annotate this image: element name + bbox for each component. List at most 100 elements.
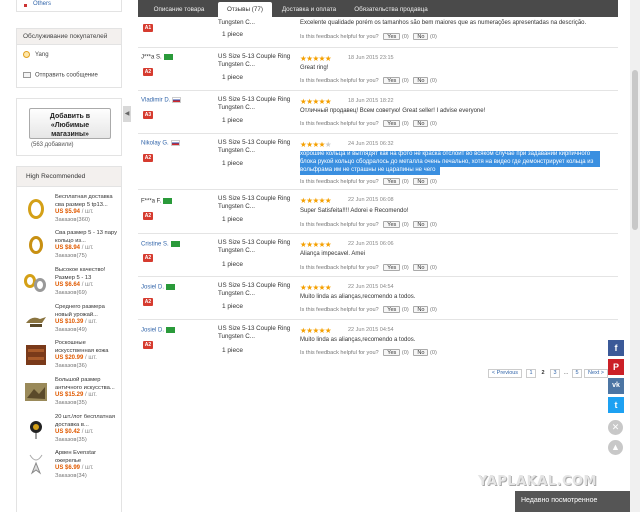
reviewer-name[interactable]: Josiel D. [141,327,176,334]
review-product[interactable]: US Size 5-13 Couple Ring Tungsten C... [218,325,298,341]
recommended-item[interactable]: Высокое качество! Размер 5 - 13 US $6.64… [21,267,121,301]
yes-button[interactable]: Yes [383,221,401,228]
no-button[interactable]: No [413,178,429,185]
recommended-item[interactable]: Большой размер античного искусства... US… [21,377,121,411]
yes-button[interactable]: Yes [383,77,401,84]
item-name: Сва размер 5 - 13 пару кольцо из... [55,230,117,244]
brazil-flag-icon [163,54,173,60]
yes-button[interactable]: Yes [383,306,401,313]
item-name: Среднего размера новый урожай... [55,304,105,318]
item-orders: Заказов(75) [55,253,87,259]
scrollbar-thumb[interactable] [632,70,638,230]
others-label: Others [33,1,52,7]
no-button[interactable]: No [413,264,429,271]
add-to-favorites-button[interactable]: Добавить в «Любимые магазины» [29,108,111,139]
pinterest-share-icon[interactable]: P [608,359,624,375]
twitter-share-icon[interactable]: t [608,397,624,413]
no-button[interactable]: No [413,221,429,228]
review-row: Vladimir D. A3 US Size 5-13 Couple Ring T… [138,91,618,134]
reviews-panel: Описание товара Отзывы (77) Доставка и о… [133,0,618,512]
review-product[interactable]: Tungsten C... [218,19,298,27]
review-date: 22 Jun 2015 06:08 [348,197,394,203]
review-product[interactable]: US Size 5-13 Couple Ring Tungsten C... [218,282,298,298]
helpful-row: Is this feedback helpful for you? Yes (0… [300,264,437,271]
item-orders: Заказов(69) [55,290,87,296]
reviewer-name[interactable]: Cristine S. [141,241,180,248]
review-product[interactable]: US Size 5-13 Couple Ring Tungsten C... [218,139,298,155]
review-row: Nikolay G. A2 US Size 5-13 Couple Ring Tu… [138,134,618,190]
send-message-link[interactable]: Отправить сообщение [23,72,98,79]
pagination-page[interactable]: 1 [526,369,536,378]
buyer-level-badge: A1 [143,24,153,32]
customer-service-title: Обслуживание покупателей [17,29,121,45]
item-name: Большой размер античного искусства... [55,377,115,391]
no-button[interactable]: No [413,349,429,356]
item-name: Арвен Evenstar ожерелье [55,450,97,464]
tab-seller-obligations[interactable]: Обязательства продавца [348,2,434,17]
yes-button[interactable]: Yes [383,349,401,356]
review-product[interactable]: US Size 5-13 Couple Ring Tungsten C... [218,96,298,112]
buyer-level-badge: A3 [143,111,153,119]
tab-description[interactable]: Описание товара [143,2,215,17]
no-button[interactable]: No [413,120,429,127]
review-qty: 1 piece [222,216,243,223]
recommended-item[interactable]: Среднего размера новый урожай... US $10.… [21,304,121,338]
review-product[interactable]: US Size 5-13 Couple Ring Tungsten C... [218,239,298,255]
tab-reviews[interactable]: Отзывы (77) [218,2,272,17]
brazil-flag-icon [170,241,180,247]
artwork-thumbnail [24,380,48,404]
fav-btn-line1: Добавить в [49,113,91,120]
tab-shipping[interactable]: Доставка и оплата [276,2,342,17]
brazil-flag-icon [166,284,176,290]
yes-button[interactable]: Yes [383,178,401,185]
review-product[interactable]: US Size 5-13 Couple Ring Tungsten C... [218,195,298,211]
pagination-page[interactable]: 3 [550,369,560,378]
no-button[interactable]: No [413,77,429,84]
recommended-item[interactable]: Роскошные искусственная кожа US $20.99 /… [21,340,121,374]
item-price: US $20.99 / шт. [55,355,97,361]
review-row: Cristine S. A2 US Size 5-13 Couple Ring T… [138,234,618,277]
product-tabs: Описание товара Отзывы (77) Доставка и о… [138,0,618,17]
review-product[interactable]: US Size 5-13 Couple Ring Tungsten C... [218,53,298,69]
close-icon[interactable]: ✕ [608,420,623,435]
reviewer-name[interactable]: J***a S. [141,54,173,61]
reviewer-name[interactable]: Vladimir D. [141,97,182,104]
helpful-row: Is this feedback helpful for you? Yes (0… [300,221,437,228]
facebook-share-icon[interactable]: f [608,340,624,356]
rating-stars: ★★★★★ [300,326,332,335]
review-text: Отличный продавец! Всем советую! Great s… [300,108,486,114]
no-button[interactable]: No [413,306,429,313]
item-price: US $5.94 / шт. [55,209,94,215]
brazil-flag-icon [163,198,173,204]
no-button[interactable]: No [413,33,429,40]
agent-row[interactable]: Yang [23,51,49,58]
others-link[interactable]: Others [16,0,122,12]
item-orders: Заказов(36) [55,363,87,369]
review-qty: 1 piece [222,347,243,354]
recommended-item[interactable]: Сва размер 5 - 13 пару кольцо из... US $… [21,230,121,264]
reviewer-name[interactable]: F***a F. [141,198,173,205]
recommended-item[interactable]: Арвен Evenstar ожерелье US $6.99 / шт. З… [21,450,121,484]
item-price: US $10.39 / шт. [55,319,97,325]
collapse-sidebar-arrow-icon[interactable]: ◀ [123,106,131,122]
yes-button[interactable]: Yes [383,264,401,271]
pagination-next[interactable]: Next > [584,369,608,378]
pagination-page[interactable]: 5 [572,369,582,378]
recommended-item[interactable]: 20 шт./лот бесплатная доставка в... US $… [21,414,121,448]
yes-button[interactable]: Yes [383,33,401,40]
pagination-prev[interactable]: < Previous [488,369,522,378]
review-text-line: хорошие кольца и выглядят как на фото не… [300,151,600,159]
buyer-level-badge: A2 [143,341,153,349]
rating-stars: ★★★★★ [300,140,332,149]
bullet-icon [24,4,27,7]
reviewer-name[interactable]: Josiel D. [141,284,176,291]
scroll-up-icon[interactable]: ▲ [608,440,623,455]
reviewer-name[interactable]: Nikolay G. [141,140,180,147]
yes-button[interactable]: Yes [383,120,401,127]
helpful-row: Is this feedback helpful for you? Yes (0… [300,77,437,84]
item-orders: Заказов(34) [55,473,87,479]
recommended-item[interactable]: Бесплатная доставка сва размер 5 tp13...… [21,194,121,228]
buyer-level-badge: A2 [143,154,153,162]
recently-viewed-bar[interactable]: Недавно посмотренное [515,491,630,512]
vk-share-icon[interactable]: vk [608,378,624,394]
